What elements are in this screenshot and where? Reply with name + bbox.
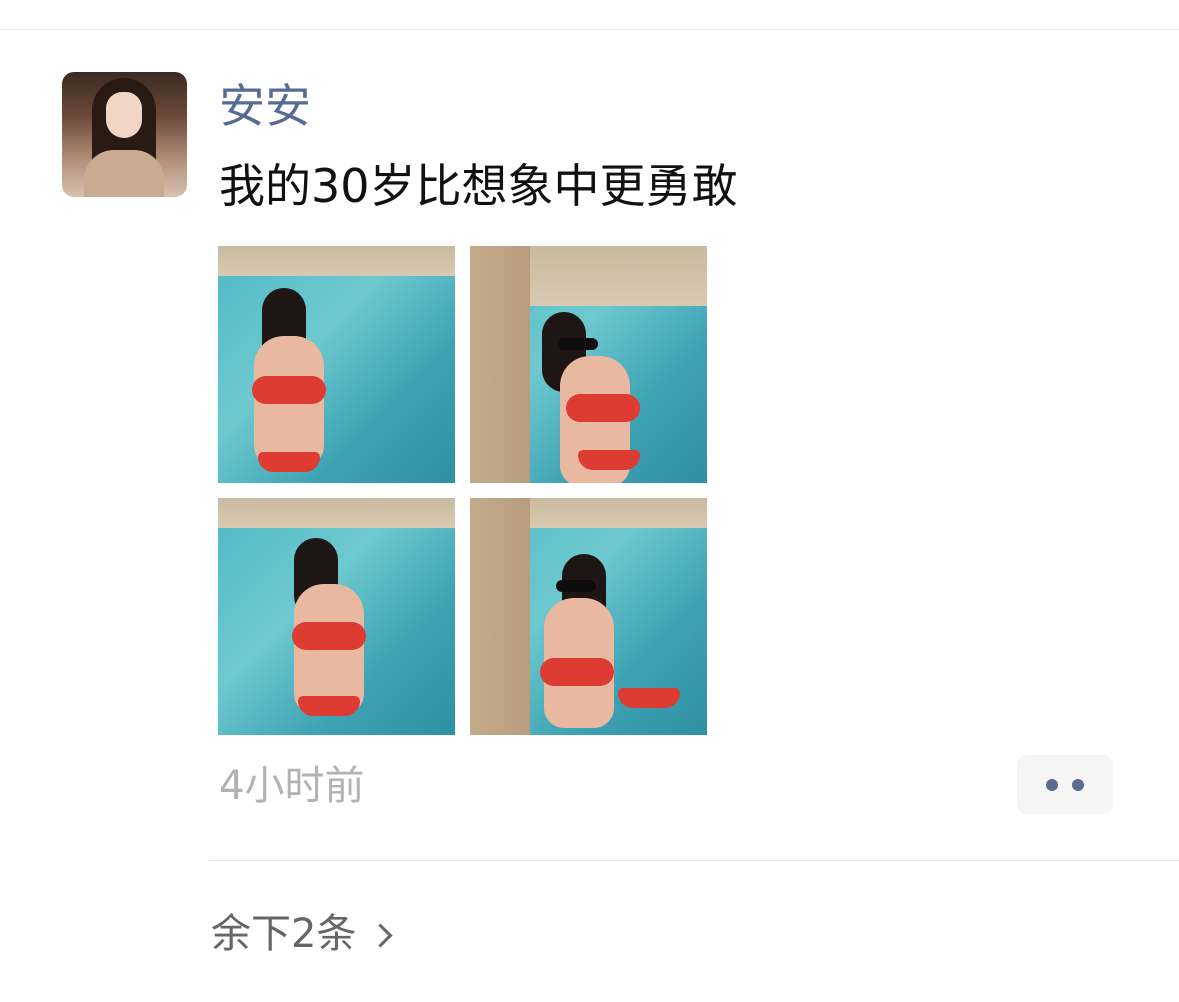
more-dots-icon	[1046, 778, 1058, 791]
swimsuit-bottom	[298, 696, 360, 716]
post-username[interactable]: 安安	[219, 76, 311, 136]
post-photo-2[interactable]	[470, 246, 707, 483]
remaining-posts-label: 余下2条	[211, 911, 357, 957]
more-dots-icon	[1072, 778, 1084, 791]
chevron-right-icon	[368, 922, 393, 948]
swimsuit-top	[252, 376, 326, 404]
post-text: 我的30岁比想象中更勇敢	[219, 159, 738, 213]
sunglasses	[558, 338, 598, 350]
post-photo-4[interactable]	[470, 498, 707, 735]
more-actions-button[interactable]	[1017, 755, 1113, 814]
pool-deck	[218, 498, 455, 528]
top-divider	[0, 29, 1179, 30]
post-photo-3[interactable]	[218, 498, 455, 735]
post-photo-1[interactable]	[218, 246, 455, 483]
section-divider	[209, 860, 1179, 861]
swimsuit-top	[566, 394, 640, 422]
sunglasses	[556, 580, 596, 592]
swimsuit-top	[292, 622, 366, 650]
pool-ledge	[470, 498, 530, 735]
pool-ledge	[470, 246, 530, 483]
swimsuit-bottom	[258, 452, 320, 472]
pool-deck	[218, 246, 455, 276]
swimsuit-bottom	[618, 688, 680, 708]
avatar[interactable]	[62, 72, 187, 197]
swimsuit-top	[540, 658, 614, 686]
post-timestamp: 4小时前	[219, 763, 365, 809]
swimsuit-bottom	[578, 450, 640, 470]
avatar-face	[106, 92, 142, 138]
moments-feed: 安安 我的30岁比想象中更勇敢 4小时前 余下2条	[0, 0, 1179, 1002]
avatar-dress	[84, 150, 164, 197]
remaining-posts-link[interactable]: 余下2条	[211, 908, 393, 960]
